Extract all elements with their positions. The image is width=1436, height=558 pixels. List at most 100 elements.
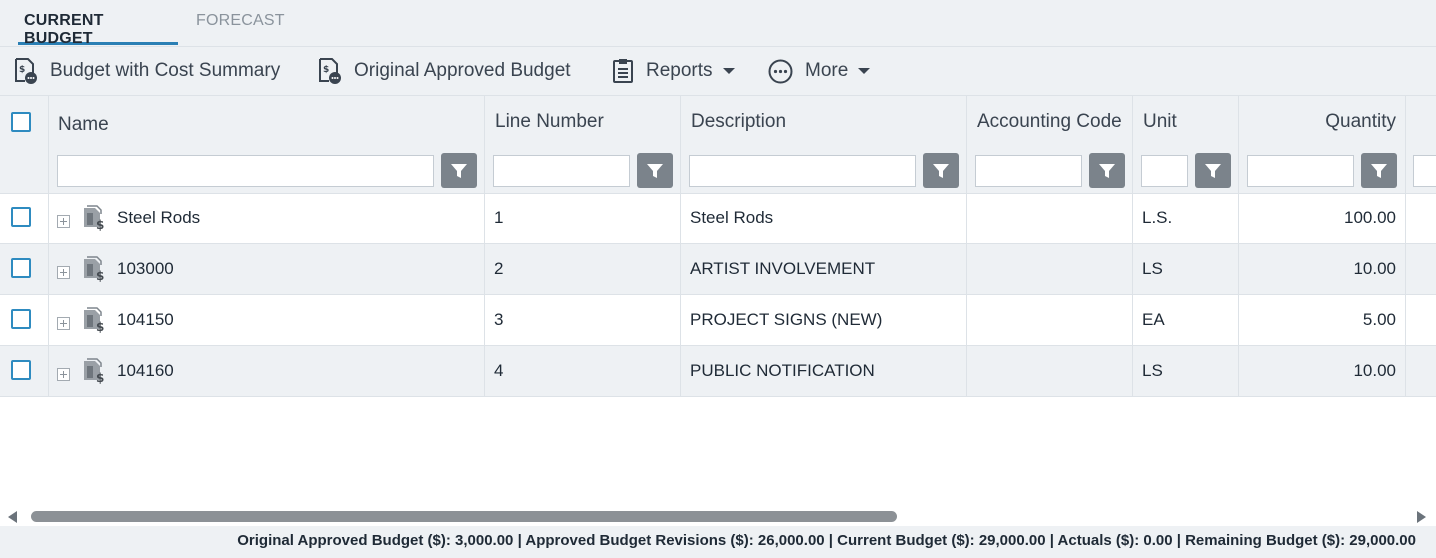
- filter-input-description[interactable]: [689, 155, 916, 187]
- row-accounting-code-cell: [967, 346, 1133, 396]
- filter-input-unit[interactable]: [1141, 155, 1188, 187]
- column-header-unit[interactable]: Unit: [1133, 96, 1239, 148]
- row-unit: LS: [1142, 259, 1163, 278]
- row-quantity-cell: 5.00: [1239, 295, 1406, 345]
- funnel-icon: [451, 163, 467, 178]
- row-quantity-cell: 10.00: [1239, 346, 1406, 396]
- row-name: 103000: [117, 259, 174, 278]
- row-line-number: 2: [494, 259, 504, 278]
- table-row[interactable]: $ 103000 2 ARTIST INVOLVEMENT LS 10.00: [0, 244, 1436, 295]
- column-header-description[interactable]: Description: [681, 96, 967, 148]
- row-line-cell: 2: [485, 244, 681, 294]
- row-name-cell: $ 103000: [49, 244, 485, 294]
- filter-cell-accounting-code: [967, 148, 1133, 193]
- filter-cell-description: [681, 148, 967, 193]
- row-name: 104160: [117, 361, 174, 380]
- row-name-cell: $ Steel Rods: [49, 193, 485, 243]
- row-quantity-cell: 100.00: [1239, 193, 1406, 243]
- row-overflow-cell: [1406, 193, 1436, 243]
- row-checkbox[interactable]: [11, 207, 31, 227]
- row-quantity: 100.00: [1344, 208, 1396, 227]
- chevron-down-icon: [858, 68, 871, 74]
- svg-text:$: $: [96, 218, 104, 231]
- row-quantity: 10.00: [1353, 259, 1396, 278]
- column-header-name-label: Name: [58, 114, 109, 135]
- tab-forecast[interactable]: FORECAST: [196, 12, 285, 42]
- row-unit: LS: [1142, 361, 1163, 380]
- row-quantity: 10.00: [1353, 361, 1396, 380]
- svg-text:$: $: [96, 269, 104, 282]
- row-name-cell: $ 104160: [49, 346, 485, 396]
- table-row[interactable]: $ 104160 4 PUBLIC NOTIFICATION LS 10.00: [0, 346, 1436, 397]
- column-header-line-number[interactable]: Line Number: [485, 96, 681, 148]
- filter-cell-line-number: [485, 148, 681, 193]
- row-line-number: 4: [494, 361, 504, 380]
- row-checkbox[interactable]: [11, 360, 31, 380]
- grid-header-row: Name Line Number Description Accounting …: [0, 96, 1436, 148]
- chevron-down-icon: [722, 68, 735, 74]
- column-header-quantity[interactable]: Quantity: [1239, 96, 1406, 148]
- filter-button-quantity[interactable]: [1361, 153, 1397, 188]
- funnel-icon: [933, 163, 949, 178]
- expand-row-icon[interactable]: [57, 317, 70, 330]
- filter-input-overflow[interactable]: [1413, 155, 1436, 187]
- row-select-cell: [0, 244, 49, 294]
- svg-text:$: $: [19, 65, 25, 75]
- expand-row-icon[interactable]: [57, 215, 70, 228]
- more-label: More: [805, 60, 849, 81]
- select-all-checkbox[interactable]: [11, 112, 31, 132]
- row-accounting-code-cell: [967, 244, 1133, 294]
- scroll-right-arrow-icon[interactable]: [1417, 511, 1426, 523]
- budget-document-icon: $: [319, 58, 341, 84]
- table-row[interactable]: $ 104150 3 PROJECT SIGNS (NEW) EA 5.00: [0, 295, 1436, 346]
- ellipsis-circle-icon: [768, 59, 793, 83]
- original-approved-budget-button[interactable]: $ Original Approved Budget: [318, 47, 571, 95]
- original-approved-budget-label: Original Approved Budget: [354, 60, 571, 81]
- expand-row-icon[interactable]: [57, 368, 70, 381]
- budget-with-cost-summary-button[interactable]: $ Budget with Cost Summary: [14, 47, 280, 95]
- filter-button-name[interactable]: [441, 153, 477, 188]
- reports-dropdown-button[interactable]: Reports: [612, 47, 735, 95]
- funnel-icon: [1205, 163, 1221, 178]
- filter-input-quantity[interactable]: [1247, 155, 1354, 187]
- filter-input-line-number[interactable]: [493, 155, 630, 187]
- select-all-cell: [0, 96, 49, 148]
- filter-button-accounting-code[interactable]: [1089, 153, 1125, 188]
- row-description-cell: ARTIST INVOLVEMENT: [681, 244, 967, 294]
- filter-button-line-number[interactable]: [637, 153, 673, 188]
- budget-item-icon: $: [84, 205, 104, 231]
- filter-cell-unit: [1133, 148, 1239, 193]
- filter-input-accounting-code[interactable]: [975, 155, 1082, 187]
- column-header-name[interactable]: Name: [49, 96, 485, 148]
- expand-row-icon[interactable]: [57, 266, 70, 279]
- scrollbar-thumb[interactable]: [31, 511, 897, 522]
- row-checkbox[interactable]: [11, 258, 31, 278]
- row-line-number: 3: [494, 310, 504, 329]
- table-row[interactable]: $ Steel Rods 1 Steel Rods L.S. 100.00: [0, 193, 1436, 244]
- row-overflow-cell: [1406, 346, 1436, 396]
- horizontal-scrollbar[interactable]: [0, 508, 1436, 525]
- row-name: Steel Rods: [117, 208, 201, 227]
- column-header-unit-label: Unit: [1143, 111, 1177, 132]
- row-line-number: 1: [494, 208, 504, 227]
- column-header-quantity-label: Quantity: [1325, 111, 1396, 132]
- row-unit: L.S.: [1142, 208, 1173, 227]
- column-header-accounting-code[interactable]: Accounting Code: [967, 96, 1133, 148]
- row-name: 104150: [117, 310, 174, 329]
- scroll-left-arrow-icon[interactable]: [8, 511, 17, 523]
- svg-text:$: $: [96, 371, 104, 384]
- filter-button-unit[interactable]: [1195, 153, 1231, 188]
- grid-filter-row: [0, 148, 1436, 194]
- filter-input-name[interactable]: [57, 155, 434, 187]
- row-overflow-cell: [1406, 244, 1436, 294]
- funnel-icon: [647, 163, 663, 178]
- row-checkbox[interactable]: [11, 309, 31, 329]
- funnel-icon: [1371, 163, 1387, 178]
- budget-item-icon: $: [84, 307, 104, 333]
- more-dropdown-button[interactable]: More: [768, 47, 871, 95]
- filter-button-description[interactable]: [923, 153, 959, 188]
- funnel-icon: [1099, 163, 1115, 178]
- row-quantity: 5.00: [1362, 310, 1396, 329]
- tab-bar: CURRENT BUDGET FORECAST: [0, 0, 1436, 47]
- tab-current-budget[interactable]: CURRENT BUDGET: [18, 12, 178, 47]
